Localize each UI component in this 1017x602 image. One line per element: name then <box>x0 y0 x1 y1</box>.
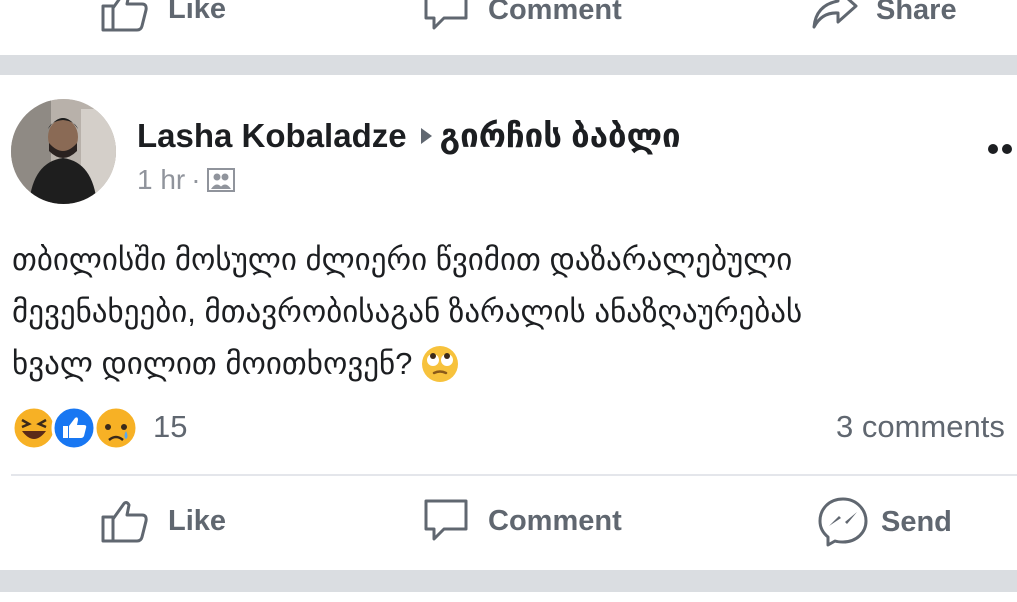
reaction-count[interactable]: 15 <box>153 409 187 445</box>
avatar-photo <box>11 99 116 204</box>
post-text-line-last: ხვალ დილით მოითხოვენ? <box>12 346 413 381</box>
action-bar-divider <box>11 474 1017 476</box>
like-button[interactable]: Like <box>100 497 226 545</box>
post-text-line: თბილისში მოსული ძლიერი წვიმით დაზარალებუ… <box>12 242 793 277</box>
top-share-button[interactable]: Share <box>810 0 957 34</box>
group-audience-icon <box>206 168 235 192</box>
messenger-icon <box>818 497 868 547</box>
comment-label: Comment <box>488 504 622 537</box>
speech-bubble-icon <box>424 0 468 30</box>
post-meta: 1 hr · <box>137 164 235 196</box>
like-reaction-icon <box>51 405 97 451</box>
top-share-label: Share <box>876 0 957 26</box>
post-text-line: მევენახეები, მთავრობისაგან ზარალის ანაზღ… <box>12 294 803 329</box>
post-timestamp[interactable]: 1 hr <box>137 164 185 196</box>
comment-button[interactable]: Comment <box>422 497 622 545</box>
speech-bubble-icon <box>424 499 468 541</box>
post-separator-bottom <box>0 570 1017 592</box>
post-text-line: ხვალ დილით მოითხოვენ? <box>12 338 1017 390</box>
post-separator-top <box>0 55 1017 75</box>
top-comment-button[interactable]: Comment <box>422 0 622 34</box>
thumbs-up-icon <box>101 0 148 32</box>
thumbs-up-icon <box>101 501 148 543</box>
more-options-button[interactable] <box>988 141 1016 159</box>
author-avatar[interactable] <box>11 99 116 204</box>
comment-count-link[interactable]: 3 comments <box>836 409 1005 445</box>
share-arrow-icon <box>812 0 858 29</box>
post-header-title: Lasha Kobaladze გირჩის ბაბლი <box>137 116 681 155</box>
top-comment-label: Comment <box>488 0 622 26</box>
send-label: Send <box>881 505 952 538</box>
like-label: Like <box>168 504 227 537</box>
rolling-eyes-emoji-icon <box>422 346 459 382</box>
meta-separator: · <box>191 164 201 195</box>
post-body: თბილისში მოსული ძლიერი წვიმით დაზარალებუ… <box>12 234 1017 390</box>
triangle-right-icon <box>420 128 432 144</box>
author-name[interactable]: Lasha Kobaladze <box>137 117 407 154</box>
top-like-label: Like <box>168 0 227 25</box>
ellipsis-icon <box>988 144 998 154</box>
group-name[interactable]: გირჩის ბაბლი <box>440 117 681 154</box>
top-like-button[interactable]: Like <box>100 0 226 32</box>
reactions-summary[interactable] <box>11 405 141 451</box>
sad-reaction-icon <box>93 405 139 451</box>
send-button[interactable]: Send <box>817 496 952 548</box>
